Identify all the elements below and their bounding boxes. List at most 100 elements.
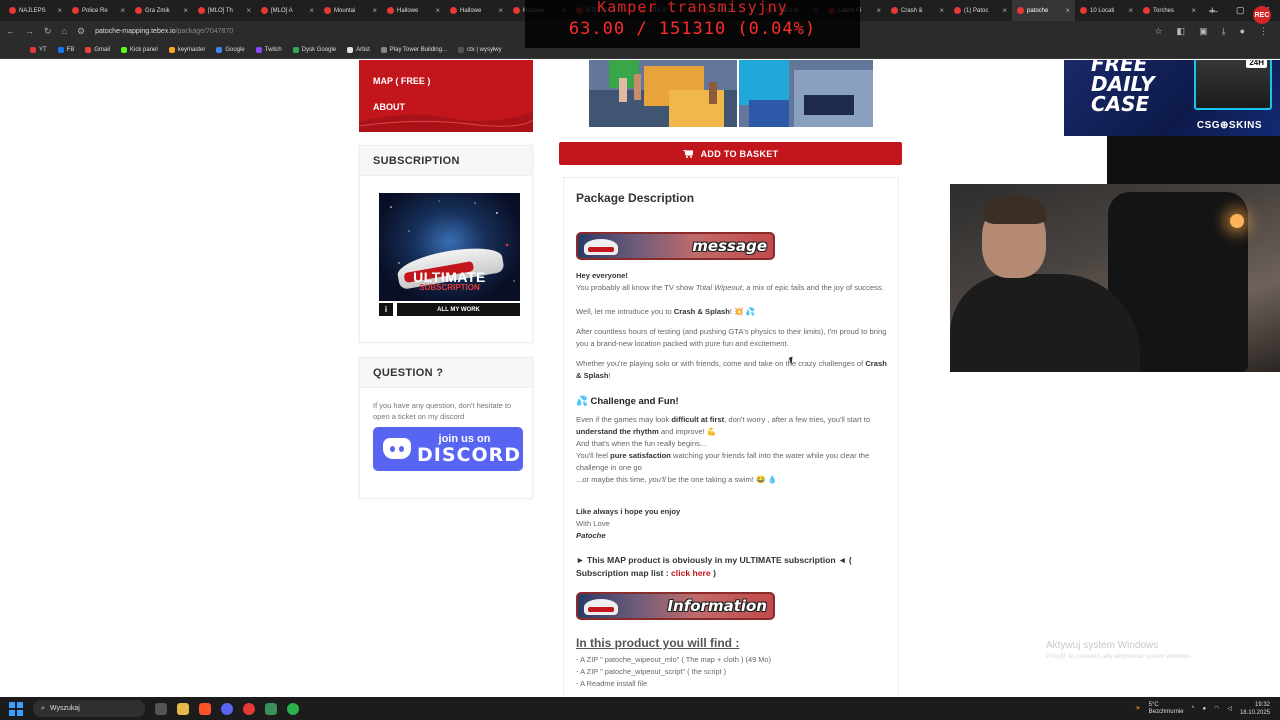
- tab-label: Torches: [1153, 7, 1175, 14]
- minimize-icon[interactable]: —: [1209, 6, 1218, 16]
- tab-label: Hallowe: [397, 7, 419, 14]
- browser-tab[interactable]: Gra Zmik ×: [130, 0, 193, 21]
- url-path: /package/7047870: [175, 27, 234, 35]
- discord-taskbar-icon[interactable]: [221, 702, 233, 715]
- bookmark-item[interactable]: Twitch: [255, 46, 282, 53]
- close-tab-icon[interactable]: ×: [309, 6, 314, 15]
- bookmark-item[interactable]: Google: [216, 46, 245, 53]
- browser-tab[interactable]: (1) Patoc ×: [949, 0, 1012, 21]
- forward-icon[interactable]: →: [25, 26, 34, 36]
- browser-tab[interactable]: Hallowe ×: [445, 0, 508, 21]
- bookmark-star-icon[interactable]: ☆: [1154, 26, 1162, 37]
- bookmark-item[interactable]: Dysk Google: [292, 46, 336, 53]
- chrome-taskbar-icon[interactable]: [287, 702, 299, 715]
- windows-activation-subtitle: Przejdź do ustawień, aby aktywować syste…: [1046, 654, 1193, 660]
- browser-tab[interactable]: NAJLEPS ×: [4, 0, 67, 21]
- profile-avatar-icon[interactable]: ●: [1240, 26, 1245, 37]
- product-image[interactable]: [589, 60, 873, 127]
- bookmark-item[interactable]: FB: [57, 46, 74, 53]
- close-tab-icon[interactable]: ×: [1002, 6, 1007, 15]
- downloads-icon[interactable]: ⤓: [1222, 26, 1226, 37]
- windows-activation-title: Aktywuj system Windows: [1046, 640, 1159, 651]
- brave-browser-icon[interactable]: [199, 702, 211, 715]
- extension-icon[interactable]: ◧: [1177, 26, 1186, 37]
- bookmark-label: Artist: [356, 46, 370, 53]
- add-to-basket-button[interactable]: ADD TO BASKET: [559, 142, 902, 165]
- close-tab-icon[interactable]: ×: [1065, 6, 1070, 15]
- bookmark-item[interactable]: Artist: [347, 46, 370, 53]
- bookmark-label: Twitch: [264, 46, 282, 53]
- network-icon[interactable]: ◠: [1214, 705, 1219, 712]
- bookmark-item[interactable]: Kick panel: [121, 46, 158, 53]
- paragraph-swim: ...or maybe this time, you'll be the one…: [576, 475, 778, 484]
- message-banner: message: [576, 232, 775, 260]
- browser-tab[interactable]: [MLO] Th ×: [193, 0, 256, 21]
- nav-link-map-free[interactable]: MAP ( FREE ): [373, 76, 430, 86]
- menu-kebab-icon[interactable]: ⋮: [1259, 26, 1268, 37]
- find-item: - A Readme install file: [576, 679, 648, 688]
- bookmark-item[interactable]: Gmail: [85, 46, 110, 53]
- close-tab-icon[interactable]: ×: [435, 6, 440, 15]
- tab-label: Police Re: [82, 7, 108, 14]
- bookmark-item[interactable]: YT: [30, 46, 47, 53]
- close-tab-icon[interactable]: ×: [246, 6, 251, 15]
- close-tab-icon[interactable]: ×: [372, 6, 377, 15]
- volume-icon[interactable]: ◁: [1227, 705, 1232, 712]
- mic-icon[interactable]: ●: [1202, 706, 1206, 712]
- ultimate-subscription-image[interactable]: ULTIMATE SUBSCRIPTION: [379, 193, 520, 301]
- site-info-icon[interactable]: ⚙: [77, 26, 85, 37]
- browser-tab[interactable]: Hallowe ×: [382, 0, 445, 21]
- app-taskbar-icon[interactable]: [243, 702, 255, 715]
- task-view-icon[interactable]: [155, 702, 167, 715]
- bookmark-label: Google: [225, 46, 245, 53]
- browser-tab[interactable]: [MLO] A ×: [256, 0, 319, 21]
- home-icon[interactable]: ⌂: [62, 26, 67, 36]
- bookmark-favicon-icon: [292, 46, 299, 53]
- ad-brand: CSG⊕SKINS: [1196, 120, 1262, 131]
- browser-tab[interactable]: Crash & ×: [886, 0, 949, 21]
- url-field[interactable]: patoche-mapping.tebex.io/package/7047870: [95, 28, 233, 35]
- closing-signature: Patoche: [576, 531, 606, 540]
- browser-tab[interactable]: 10 Locati ×: [1075, 0, 1138, 21]
- maximize-icon[interactable]: ▢: [1236, 5, 1245, 16]
- taskbar-search[interactable]: ⌕ Wyszukaj: [33, 700, 145, 717]
- tab-favicon-icon: [261, 7, 268, 14]
- reload-icon[interactable]: ↻: [44, 26, 52, 37]
- tab-label: patoche: [1027, 7, 1049, 14]
- close-tab-icon[interactable]: ×: [498, 6, 503, 15]
- browser-tab[interactable]: Police Re ×: [67, 0, 130, 21]
- close-tab-icon[interactable]: ×: [876, 6, 881, 15]
- back-icon[interactable]: ←: [6, 26, 15, 36]
- close-tab-icon[interactable]: ×: [1128, 6, 1133, 15]
- web-page: MAP ( FREE ) ABOUT SUBSCRIPTION ULTIMATE…: [0, 60, 1280, 696]
- clock[interactable]: 19:32 18.10.2025: [1240, 701, 1270, 717]
- bookmark-label: Play Tower Building...: [389, 46, 448, 53]
- bookmark-item[interactable]: keymaster: [168, 46, 205, 53]
- package-description-title: Package Description: [576, 191, 695, 205]
- discord-join-button[interactable]: join us on DISCORD: [373, 427, 523, 471]
- close-tab-icon[interactable]: ×: [183, 6, 188, 15]
- browser-tab[interactable]: Torches ×: [1138, 0, 1201, 21]
- browser-tab[interactable]: Mountai ×: [319, 0, 382, 21]
- windows-start-icon[interactable]: [9, 701, 23, 716]
- bookmark-item[interactable]: Play Tower Building...: [380, 46, 448, 53]
- bookmark-item[interactable]: ctx | wysyłwy: [458, 46, 502, 53]
- file-explorer-icon[interactable]: [177, 702, 189, 715]
- discord-wordmark: DISCORD: [417, 444, 522, 466]
- tab-favicon-icon: [513, 7, 520, 14]
- close-tab-icon[interactable]: ×: [57, 6, 62, 15]
- tray-chevron-icon[interactable]: ^: [1192, 706, 1195, 712]
- find-section-title: In this product you will find :: [576, 636, 740, 650]
- excel-taskbar-icon[interactable]: [265, 702, 277, 715]
- close-tab-icon[interactable]: ×: [939, 6, 944, 15]
- close-tab-icon[interactable]: ×: [1191, 6, 1196, 15]
- weather-widget[interactable]: 5°C Bezchmurnie: [1149, 702, 1184, 716]
- info-button[interactable]: i: [379, 303, 393, 316]
- toolbar-actions: ☆ ◧ ▣ ⤓ ● ⋮: [1154, 26, 1280, 37]
- extensions-puzzle-icon[interactable]: ▣: [1199, 26, 1208, 37]
- close-tab-icon[interactable]: ×: [120, 6, 125, 15]
- csgo-skins-ad[interactable]: FREE DAILY CASE 24H CSG⊕SKINS: [1064, 60, 1280, 136]
- all-my-work-button[interactable]: ALL MY WORK: [397, 303, 520, 316]
- browser-tab[interactable]: patoche ×: [1012, 0, 1075, 21]
- subscription-map-list-link[interactable]: click here: [671, 568, 711, 578]
